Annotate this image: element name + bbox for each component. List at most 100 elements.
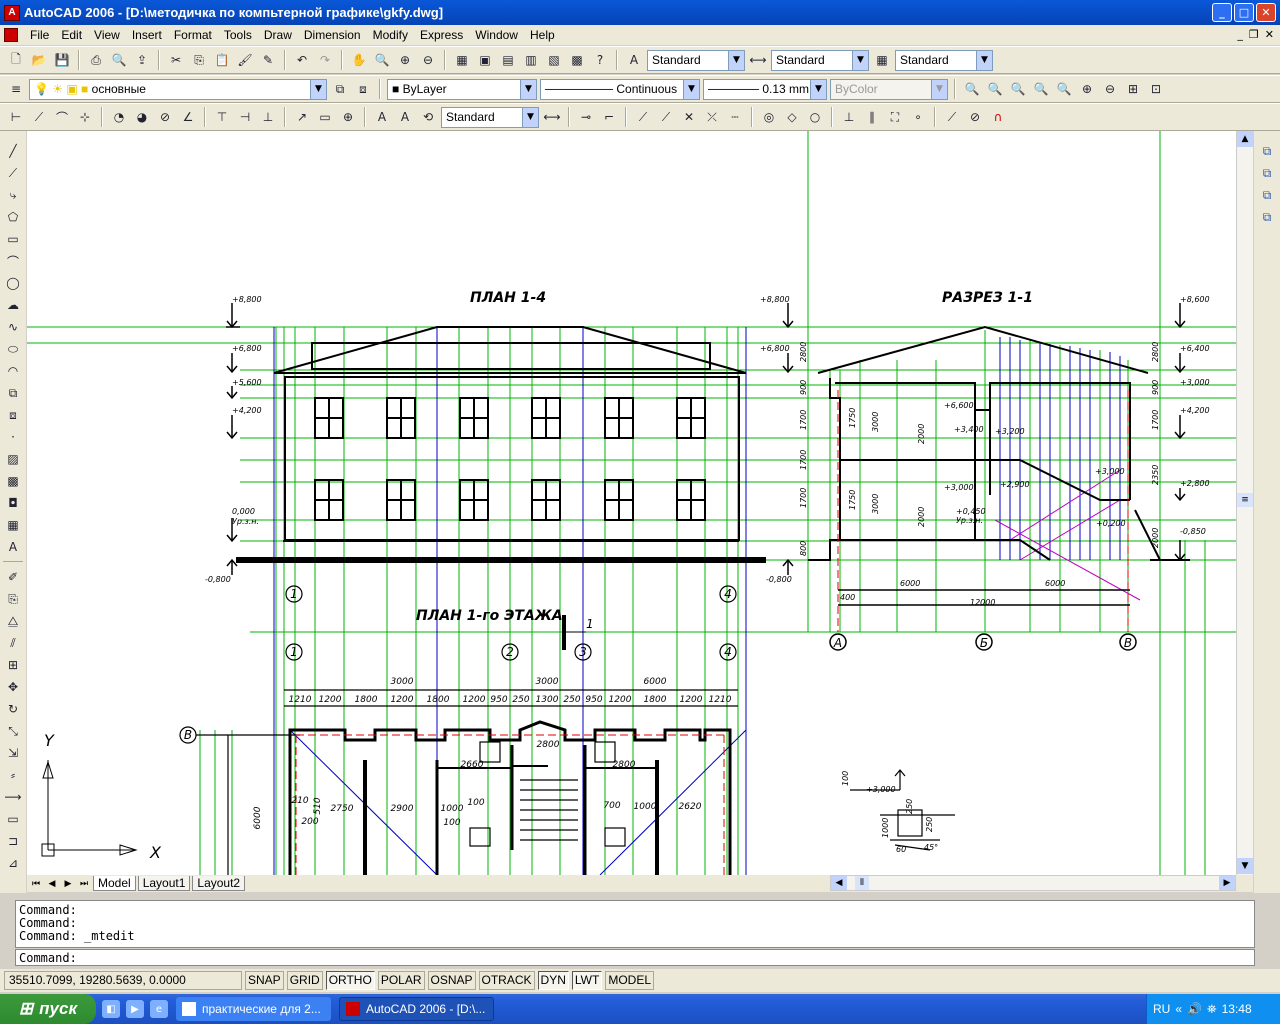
scroll-thumb[interactable]: ≡ [1237, 493, 1253, 507]
rotate-icon[interactable]: ↻ [2, 699, 24, 719]
last-tab-icon[interactable]: ⏭ [77, 877, 91, 891]
circle-icon[interactable]: ◯ [2, 273, 24, 293]
snap-perpendicular-icon[interactable]: ⊥ [839, 107, 859, 127]
tool-palettes-icon[interactable]: ▤ [498, 50, 518, 70]
command-input[interactable]: Command: [15, 949, 1255, 966]
dim-style-icon[interactable]: ⟷ [748, 50, 768, 70]
zoom-dynamic-icon[interactable]: 🔍 [985, 79, 1005, 99]
aligned-dim-icon[interactable]: ⟋ [29, 107, 49, 127]
coordinates-display[interactable]: 35510.7099, 19280.5639, 0.0000 [4, 971, 242, 990]
menu-format[interactable]: Format [168, 28, 218, 42]
maximize-button[interactable]: □ [1234, 3, 1254, 22]
snap-tangent-icon[interactable]: ○ [805, 107, 825, 127]
document-icon[interactable] [4, 28, 18, 42]
extend-icon[interactable]: ⟶ [2, 787, 24, 807]
osnap-temp-icon[interactable]: ⊸ [576, 107, 596, 127]
array-icon[interactable]: ⊞ [2, 655, 24, 675]
spline-icon[interactable]: ∿ [2, 317, 24, 337]
calculator-icon[interactable]: ▩ [567, 50, 587, 70]
dim-style-combo[interactable]: Standard ▼ [771, 49, 869, 71]
color-combo[interactable]: ■ ByLayer ▼ [387, 78, 537, 100]
undo-icon[interactable]: ↶ [292, 50, 312, 70]
menu-edit[interactable]: Edit [55, 28, 88, 42]
text-style-combo[interactable]: Standard ▼ [647, 49, 745, 71]
bring-above-icon[interactable]: ⧉ [1257, 185, 1277, 205]
open-icon[interactable]: 📂 [29, 50, 49, 70]
next-tab-icon[interactable]: ▶ [61, 877, 75, 891]
point-icon[interactable]: · [2, 427, 24, 447]
ellipse-arc-icon[interactable]: ◠ [2, 361, 24, 381]
bring-front-icon[interactable]: ⧉ [1257, 141, 1277, 161]
snap-parallel-icon[interactable]: ∥ [862, 107, 882, 127]
make-current-layer-icon[interactable]: ⧉ [330, 79, 350, 99]
help-icon[interactable]: ? [590, 50, 610, 70]
snap-nearest-icon[interactable]: ⟋ [942, 107, 962, 127]
radius-icon[interactable]: ◔ [109, 107, 129, 127]
language-indicator[interactable]: RU [1153, 1002, 1170, 1016]
hatch-icon[interactable]: ▨ [2, 449, 24, 469]
snap-none-icon[interactable]: ⊘ [965, 107, 985, 127]
menu-tools[interactable]: Tools [218, 28, 258, 42]
dyn-toggle[interactable]: DYN [537, 971, 569, 990]
doc-restore-button[interactable]: ❐ [1249, 28, 1259, 41]
continue-icon[interactable]: ⊥ [258, 107, 278, 127]
from-icon[interactable]: ⌐ [599, 107, 619, 127]
center-mark-icon[interactable]: ⊕ [338, 107, 358, 127]
media-player-icon[interactable]: ▶ [126, 1000, 144, 1018]
table-style-combo[interactable]: Standard ▼ [895, 49, 993, 71]
dimedit-icon[interactable]: A [372, 107, 392, 127]
prev-tab-icon[interactable]: ◀ [45, 877, 59, 891]
block-editor-icon[interactable]: ✎ [258, 50, 278, 70]
tray-expand-icon[interactable]: « [1175, 1002, 1182, 1016]
save-icon[interactable]: 💾 [52, 50, 72, 70]
menu-window[interactable]: Window [469, 28, 524, 42]
menu-view[interactable]: View [88, 28, 126, 42]
table-style-icon[interactable]: ▦ [872, 50, 892, 70]
polyline-icon[interactable]: ⤷ [2, 185, 24, 205]
snap-apparent-icon[interactable]: ⤫ [702, 107, 722, 127]
model-toggle[interactable]: MODEL [605, 971, 655, 990]
zoom-previous-icon[interactable]: ⊖ [418, 50, 438, 70]
copy-object-icon[interactable]: ⎘ [2, 589, 24, 609]
task-word[interactable]: практические для 2... [176, 997, 331, 1021]
autocad-app-icon[interactable]: A [4, 4, 20, 21]
menu-file[interactable]: File [24, 28, 55, 42]
zoom-realtime-icon[interactable]: 🔍 [372, 50, 392, 70]
snap-center-icon[interactable]: ◎ [759, 107, 779, 127]
send-back-icon[interactable]: ⧉ [1257, 163, 1277, 183]
task-autocad[interactable]: AutoCAD 2006 - [D:\... [339, 997, 494, 1021]
show-desktop-icon[interactable]: ◧ [102, 1000, 120, 1018]
mirror-icon[interactable]: ⧋ [2, 611, 24, 631]
jogged-icon[interactable]: ◕ [132, 107, 152, 127]
polygon-icon[interactable]: ⬠ [2, 207, 24, 227]
construction-line-icon[interactable]: ⟋ [2, 163, 24, 183]
doc-close-button[interactable]: ✕ [1265, 28, 1274, 41]
osnap-settings-icon[interactable]: ∩ [988, 107, 1008, 127]
browser-icon[interactable]: e [150, 1000, 168, 1018]
dim-style-combo-2[interactable]: Standard ▼ [441, 106, 539, 128]
layer-manager-icon[interactable]: ≡ [6, 79, 26, 99]
design-center-icon[interactable]: ▣ [475, 50, 495, 70]
doc-minimize-button[interactable]: _ [1237, 28, 1243, 41]
arc-icon[interactable]: ⌒ [2, 251, 24, 271]
tolerance-icon[interactable]: ▭ [315, 107, 335, 127]
lineweight-combo[interactable]: ────── 0.13 mm ▼ [703, 78, 827, 100]
snap-endpoint-icon[interactable]: ⟋ [633, 107, 653, 127]
menu-express[interactable]: Express [414, 28, 469, 42]
scroll-up-icon[interactable]: ▲ [1237, 131, 1253, 147]
lwt-toggle[interactable]: LWT [571, 971, 603, 990]
zoom-scale-icon[interactable]: 🔍 [1008, 79, 1028, 99]
ortho-toggle[interactable]: ORTHO [325, 971, 375, 990]
sheet-set-icon[interactable]: ▥ [521, 50, 541, 70]
linear-dim-icon[interactable]: ⊢ [6, 107, 26, 127]
chamfer-icon[interactable]: ⊿ [2, 853, 24, 873]
zoom-extents-icon[interactable]: ⊡ [1146, 79, 1166, 99]
menu-insert[interactable]: Insert [126, 28, 168, 42]
layer-previous-icon[interactable]: ⧈ [353, 79, 373, 99]
rectangle-icon[interactable]: ▭ [2, 229, 24, 249]
quick-dim-icon[interactable]: ⊤ [212, 107, 232, 127]
publish-icon[interactable]: ⇪ [132, 50, 152, 70]
print-icon[interactable]: ⎙ [86, 50, 106, 70]
menu-help[interactable]: Help [524, 28, 561, 42]
new-icon[interactable]: 🗋 [6, 50, 26, 70]
